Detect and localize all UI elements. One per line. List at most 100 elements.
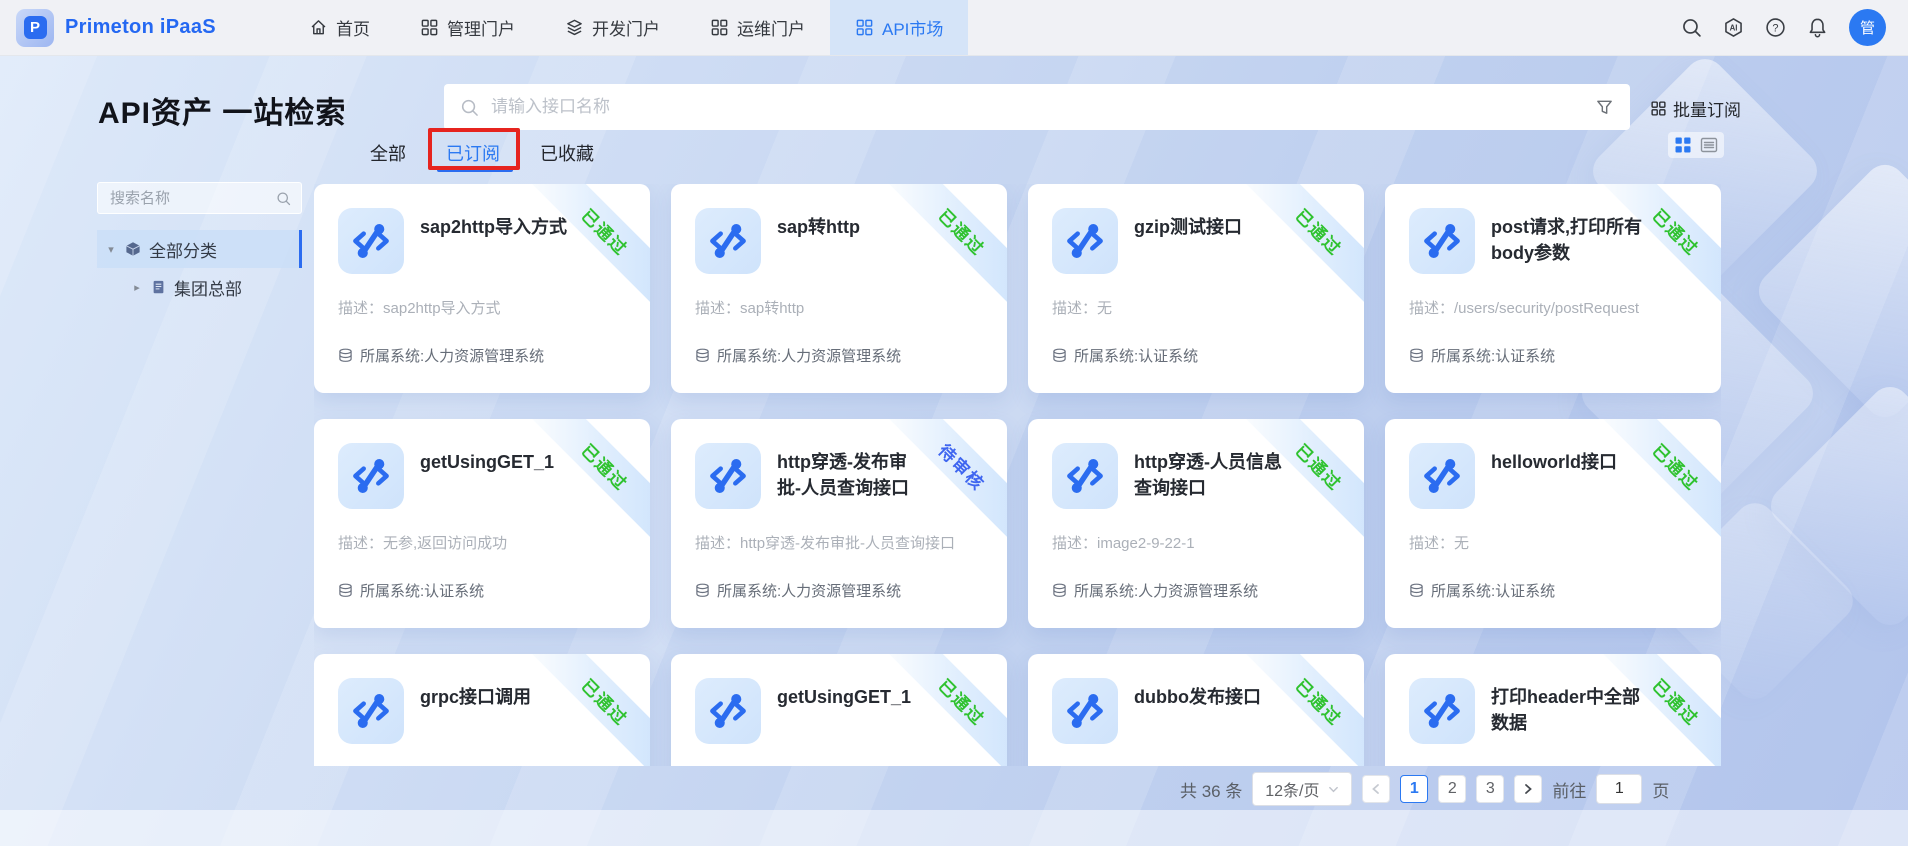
api-icon — [1409, 678, 1475, 744]
nav-item-admin-portal[interactable]: 管理门户 — [395, 0, 540, 55]
database-icon — [695, 348, 710, 363]
search-icon[interactable] — [1681, 17, 1702, 38]
apps-icon — [855, 18, 874, 37]
nav-item-dev-portal[interactable]: 开发门户 — [540, 0, 685, 55]
api-card[interactable]: 已通过 sap转http 描述：sap转http — [671, 184, 1007, 393]
api-card-description: 描述：http穿透-发布审批-人员查询接口 — [695, 532, 987, 553]
api-card[interactable]: 已通过 grpc接口调用 描述： — [314, 654, 650, 766]
page-button-2[interactable]: 2 — [1438, 775, 1466, 803]
chevron-right-icon — [1522, 783, 1534, 795]
goto-page-input[interactable] — [1596, 774, 1642, 804]
tree-item-all-categories[interactable]: ▾ 全部分类 — [97, 230, 302, 268]
topbar-actions: AI ? 管 — [1681, 9, 1908, 46]
caret-right-icon[interactable]: ▸ — [131, 281, 143, 294]
goto-unit: 页 — [1652, 777, 1669, 802]
api-card[interactable]: 已通过 sap2http导入方式 描述：sap2http导入方式 — [314, 184, 650, 393]
api-icon — [338, 208, 404, 274]
tab-subscribed[interactable]: 已订阅 — [446, 140, 500, 166]
apps-icon — [710, 18, 729, 37]
footer-strip — [0, 810, 1908, 846]
ai-assistant-icon[interactable]: AI — [1723, 17, 1744, 38]
api-card-title: http穿透-人员信息查询接口 — [1134, 449, 1286, 501]
database-icon — [695, 583, 710, 598]
api-card-grid: 已通过 sap2http导入方式 描述：sap2http导入方式 — [314, 184, 1721, 766]
nav-item-home[interactable]: 首页 — [284, 0, 395, 55]
view-toggles — [1668, 132, 1724, 158]
api-icon — [1052, 678, 1118, 744]
nav-label: 开发门户 — [592, 15, 660, 40]
status-badge: 已通过 — [1291, 672, 1349, 730]
prev-page-button[interactable] — [1362, 775, 1390, 803]
svg-text:?: ? — [1772, 22, 1778, 34]
api-card[interactable]: 已通过 http穿透-人员信息查询接口 描述：image2-9-22-1 — [1028, 419, 1364, 628]
api-icon — [695, 208, 761, 274]
home-icon — [309, 18, 328, 37]
nav-item-ops-portal[interactable]: 运维门户 — [685, 0, 830, 55]
api-card[interactable]: 已通过 打印header中全部数据 描述： — [1385, 654, 1721, 766]
api-card-title: 打印header中全部数据 — [1491, 684, 1643, 736]
sidebar-search — [97, 182, 302, 214]
pagination: 共 36 条 12条/页 1 2 3 前往 页 — [1180, 772, 1669, 806]
api-card-system: 所属系统:认证系统 — [1409, 580, 1555, 601]
goto-label: 前往 — [1552, 777, 1586, 802]
status-badge: 已通过 — [577, 202, 635, 260]
api-search-input[interactable] — [489, 96, 1585, 118]
page-button-1[interactable]: 1 — [1400, 775, 1428, 803]
total-count: 共 36 条 — [1180, 777, 1242, 802]
tree-item-group-hq[interactable]: ▸ 集团总部 — [97, 268, 302, 306]
api-card[interactable]: 已通过 helloworld接口 描述：无 — [1385, 419, 1721, 628]
api-card-title: sap转http — [777, 214, 929, 240]
status-ribbon: 已通过 — [1232, 654, 1364, 766]
batch-subscribe-button[interactable]: 批量订阅 — [1650, 96, 1741, 121]
api-card[interactable]: 已通过 post请求,打印所有body参数 描述：/users/security… — [1385, 184, 1721, 393]
status-ribbon: 已通过 — [518, 654, 650, 766]
chevron-down-icon — [1328, 784, 1339, 795]
category-sidebar: ▾ 全部分类 ▸ 集团总部 — [97, 182, 302, 306]
help-icon[interactable]: ? — [1765, 17, 1786, 38]
page-button-3[interactable]: 3 — [1476, 775, 1504, 803]
api-icon — [338, 678, 404, 744]
next-page-button[interactable] — [1514, 775, 1542, 803]
layers-icon — [565, 18, 584, 37]
apps-icon — [420, 18, 439, 37]
app-logo: P Primeton iPaaS — [0, 9, 268, 47]
api-card[interactable]: 已通过 getUsingGET_1 描述：无参,返回访问成功 — [314, 419, 650, 628]
avatar[interactable]: 管 — [1849, 9, 1886, 46]
api-card-system: 所属系统:人力资源管理系统 — [695, 345, 901, 366]
api-card-title: getUsingGET_1 — [777, 684, 929, 710]
nav-item-api-market[interactable]: API市场 — [830, 0, 968, 55]
svg-text:AI: AI — [1730, 23, 1738, 32]
list-view-icon[interactable] — [1700, 136, 1718, 154]
nav-label: 首页 — [336, 15, 370, 40]
status-badge: 已通过 — [1291, 202, 1349, 260]
nav-label: 运维门户 — [737, 15, 805, 40]
tab-favorites[interactable]: 已收藏 — [540, 140, 594, 166]
tab-all[interactable]: 全部 — [370, 140, 406, 166]
top-bar: P Primeton iPaaS 首页 管理门户 开发门户 运维门户 API市场… — [0, 0, 1908, 56]
page-title: API资产 一站检索 — [98, 88, 346, 132]
api-card-title: getUsingGET_1 — [420, 449, 572, 475]
category-search-input[interactable] — [108, 189, 270, 208]
api-card[interactable]: 已通过 getUsingGET_1 描述： — [671, 654, 1007, 766]
api-card[interactable]: 已通过 dubbo发布接口 描述： — [1028, 654, 1364, 766]
grid-view-icon[interactable] — [1674, 136, 1692, 154]
logo-text: Primeton iPaaS — [65, 16, 216, 39]
database-icon — [1052, 348, 1067, 363]
api-icon — [1052, 208, 1118, 274]
caret-down-icon[interactable]: ▾ — [105, 243, 117, 256]
api-card-title: grpc接口调用 — [420, 684, 572, 710]
search-icon — [460, 98, 479, 117]
status-badge: 已通过 — [1648, 202, 1706, 260]
api-card-system: 所属系统:认证系统 — [338, 580, 484, 601]
database-icon — [338, 348, 353, 363]
api-card-title: helloworld接口 — [1491, 449, 1643, 475]
bell-icon[interactable] — [1807, 17, 1828, 38]
api-card[interactable]: 已通过 gzip测试接口 描述：无 — [1028, 184, 1364, 393]
api-card-title: gzip测试接口 — [1134, 214, 1286, 240]
status-badge: 待审核 — [934, 437, 992, 495]
api-card[interactable]: 待审核 http穿透-发布审批-人员查询接口 描述：http穿透-发布审批-人员… — [671, 419, 1007, 628]
tree-item-label: 全部分类 — [149, 237, 217, 262]
document-icon — [151, 279, 166, 295]
filter-icon[interactable] — [1595, 98, 1614, 117]
page-size-select[interactable]: 12条/页 — [1252, 772, 1352, 806]
